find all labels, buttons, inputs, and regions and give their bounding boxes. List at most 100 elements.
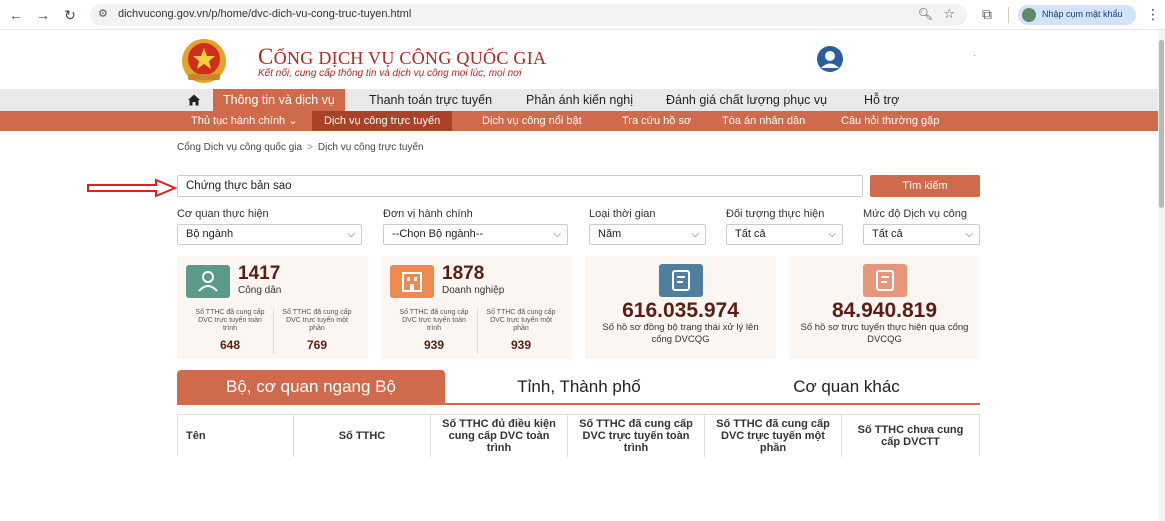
business-sub1-label: Số TTHC đã cung cấp DVC trực tuyến toàn …: [399, 309, 469, 332]
browser-toolbar: ← → ↻ ⚙ dichvucong.gov.vn/p/home/dvc-dic…: [0, 0, 1165, 30]
filter-label-don-vi: Đơn vị hành chính: [383, 208, 473, 220]
building-icon: [390, 265, 434, 298]
back-icon[interactable]: ←: [8, 7, 24, 23]
select-value: Tất cả: [735, 228, 766, 240]
national-emblem-logo[interactable]: [176, 36, 232, 86]
submenu-bg-right: [980, 111, 1158, 131]
user-account-icon[interactable]: [816, 45, 844, 73]
business-sub2-label: Số TTHC đã cung cấp DVC trực tuyến một p…: [486, 309, 556, 332]
chevron-down-icon: ⌵: [828, 229, 836, 240]
column-header-chua-cung-cap[interactable]: Số TTHC chưa cung cấp DVCTT: [842, 415, 979, 457]
breadcrumb-home[interactable]: Cổng Dịch vụ công quốc gia: [177, 142, 302, 153]
filter-label-doi-tuong: Đối tượng thực hiện: [726, 208, 825, 220]
menu-bg-left: [0, 89, 177, 111]
forward-icon[interactable]: →: [35, 7, 51, 23]
citizen-label: Công dân: [238, 285, 282, 296]
red-arrow-annotation-icon: [87, 178, 178, 198]
card-divider: [477, 308, 478, 354]
menu-bg-right: [980, 89, 1158, 111]
citizen-sub1-label: Số TTHC đã cung cấp DVC trực tuyến toàn …: [195, 309, 265, 332]
submenu-bg-left: [0, 111, 177, 131]
submenu-toa-an-nhan-dan[interactable]: Tòa án nhân dân: [722, 111, 805, 131]
business-sub1-value: 939: [423, 338, 445, 352]
page-scrollbar[interactable]: [1158, 30, 1165, 521]
address-bar[interactable]: ⚙ dichvucong.gov.vn/p/home/dvc-dich-vu-c…: [90, 4, 967, 26]
select-value: Bộ ngành: [186, 228, 234, 240]
zoom-icon[interactable]: 🔍︎: [918, 7, 933, 21]
stat-card-online-records: 84.940.819 Số hồ sơ trực tuyến thực hiện…: [789, 256, 980, 359]
url-text[interactable]: dichvucong.gov.vn/p/home/dvc-dich-vu-con…: [118, 8, 411, 20]
submenu-dich-vu-cong-truc-tuyen[interactable]: Dịch vụ công trực tuyến: [312, 111, 453, 131]
extensions-icon[interactable]: ⧉: [982, 6, 992, 23]
search-button[interactable]: Tìm kiếm: [870, 175, 980, 197]
site-title[interactable]: CỔNG DỊCH VỤ CÔNG QUỐC GIA: [258, 44, 546, 70]
breadcrumb-separator-icon: >: [307, 142, 313, 153]
select-don-vi-hanh-chinh[interactable]: --Chọn Bộ ngành-- ⌵: [383, 224, 568, 245]
filter-label-loai-thoi-gian: Loại thời gian: [589, 208, 656, 220]
select-doi-tuong-thuc-hien[interactable]: Tất cả ⌵: [726, 224, 843, 245]
submenu-thu-tuc-hanh-chinh[interactable]: Thủ tục hành chính ⌄: [191, 111, 297, 131]
profile-label: Nhập cụm mật khẩu: [1042, 9, 1123, 19]
select-muc-do-dich-vu-cong[interactable]: Tất cả ⌵: [863, 224, 980, 245]
stat-card-business: 1878 Doanh nghiệp Số TTHC đã cung cấp DV…: [381, 256, 572, 359]
submenu-dich-vu-cong-noi-bat[interactable]: Dịch vụ công nổi bật: [482, 111, 582, 131]
synced-label: Số hồ sơ đồng bộ trạng thái xử lý lên cổ…: [602, 322, 759, 345]
column-header-so-tthc[interactable]: Số TTHC: [294, 415, 431, 457]
menu-danh-gia-chat-luong[interactable]: Đánh giá chất lượng phục vụ: [666, 89, 827, 111]
stat-card-synced-records: 616.035.974 Số hồ sơ đồng bộ trạng thái …: [585, 256, 776, 359]
tab-bo-co-quan-ngang-bo[interactable]: Bộ, cơ quan ngang Bộ: [177, 370, 445, 404]
menu-thong-tin-dich-vu[interactable]: Thông tin và dịch vụ: [213, 89, 345, 111]
business-count: 1878: [442, 263, 485, 284]
tab-tinh-thanh-pho[interactable]: Tỉnh, Thành phố: [445, 370, 713, 404]
tab-co-quan-khac[interactable]: Cơ quan khác: [713, 370, 980, 404]
menu-phan-anh-kien-nghi[interactable]: Phản ánh kiến nghị: [526, 89, 633, 111]
bookmark-star-icon[interactable]: ☆: [943, 6, 955, 22]
online-label: Số hồ sơ trực tuyến thực hiện qua cổng D…: [800, 322, 969, 345]
document-sync-icon: [659, 264, 703, 297]
reload-icon[interactable]: ↻: [62, 7, 78, 23]
submenu-cau-hoi-thuong-gap[interactable]: Câu hỏi thường gặp: [841, 111, 939, 131]
filter-label-co-quan: Cơ quan thực hiện: [177, 208, 269, 220]
menu-thanh-toan-truc-tuyen[interactable]: Thanh toán trực tuyến: [369, 89, 492, 111]
card-divider: [273, 308, 274, 354]
filter-label-muc-do: Mức độ Dịch vụ công: [863, 208, 967, 220]
profile-button[interactable]: Nhập cụm mật khẩu: [1018, 5, 1136, 25]
synced-count: 616.035.974: [622, 299, 739, 322]
business-label: Doanh nghiệp: [442, 285, 505, 296]
toolbar-divider: [1008, 7, 1009, 23]
menu-ho-tro[interactable]: Hỗ trợ: [864, 89, 899, 111]
select-loai-thoi-gian[interactable]: Năm ⌵: [589, 224, 706, 245]
site-tagline: Kết nối, cung cấp thông tin và dịch vụ c…: [258, 68, 522, 79]
citizen-count: 1417: [238, 263, 281, 284]
column-header-du-dieu-kien[interactable]: Số TTHC đủ điều kiện cung cấp DVC toàn t…: [431, 415, 568, 457]
breadcrumb: Cổng Dịch vụ công quốc gia > Dịch vụ công …: [177, 142, 424, 153]
header-dot: ·: [973, 50, 977, 61]
document-icon: [863, 264, 907, 297]
citizen-sub2-label: Số TTHC đã cung cấp DVC trực tuyến một p…: [282, 309, 352, 332]
column-header-mot-phan[interactable]: Số TTHC đã cung cấp DVC trực tuyến một p…: [705, 415, 842, 457]
breadcrumb-current: Dịch vụ công trực tuyến: [317, 142, 424, 153]
site-title-text: ỔNG DỊCH VỤ CÔNG QUỐC GIA: [273, 48, 547, 68]
main-menu: Thông tin và dịch vụ Thanh toán trực tuy…: [177, 89, 980, 111]
select-value: Năm: [598, 228, 622, 240]
person-icon: [186, 265, 230, 298]
stats-table-header: Tên Số TTHC Số TTHC đủ điều kiện cung cấ…: [177, 414, 980, 457]
chevron-down-icon: ⌵: [347, 229, 355, 240]
select-co-quan-thuc-hien[interactable]: Bộ ngành ⌵: [177, 224, 362, 245]
citizen-sub1-value: 648: [219, 338, 241, 352]
site-title-initial: C: [258, 44, 274, 69]
home-icon[interactable]: [187, 93, 201, 107]
site-info-icon[interactable]: ⚙: [98, 7, 108, 20]
select-value: Tất cả: [872, 228, 903, 240]
more-menu-icon[interactable]: ⋮: [1146, 6, 1160, 23]
column-header-toan-trinh[interactable]: Số TTHC đã cung cấp DVC trực tuyến toàn …: [568, 415, 705, 457]
search-input[interactable]: [177, 175, 863, 197]
business-sub2-value: 939: [510, 338, 532, 352]
avatar: [1022, 8, 1036, 22]
submenu-tra-cuu-ho-so[interactable]: Tra cứu hồ sơ: [622, 111, 691, 131]
column-header-ten[interactable]: Tên: [178, 415, 294, 457]
citizen-sub2-value: 769: [306, 338, 328, 352]
chevron-down-icon: ⌵: [691, 229, 699, 240]
select-value: --Chọn Bộ ngành--: [392, 228, 484, 240]
scrollbar-thumb[interactable]: [1159, 40, 1164, 208]
